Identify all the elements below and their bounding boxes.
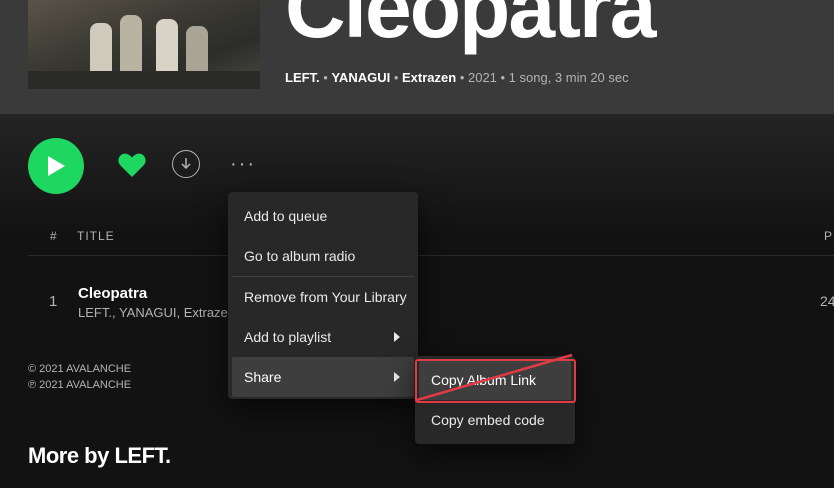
menu-item-label: Share — [244, 369, 282, 385]
menu-item-remove-library[interactable]: Remove from Your Library — [232, 277, 414, 317]
track-title[interactable]: Cleopatra — [78, 285, 147, 302]
menu-item-label: Add to playlist — [244, 329, 332, 345]
download-button[interactable] — [172, 150, 200, 178]
album-details: • 2021 • 1 song, 3 min 20 sec — [456, 70, 629, 85]
meta-separator: • — [319, 70, 332, 85]
column-header-partial[interactable]: P — [824, 229, 833, 243]
play-icon — [48, 156, 65, 176]
album-title: Cleopatra — [285, 0, 656, 55]
album-header: Cleopatra LEFT. • YANAGUI • Extrazen • 2… — [0, 0, 834, 114]
more-by-heading[interactable]: More by LEFT. — [28, 443, 171, 469]
artist-link[interactable]: YANAGUI — [331, 70, 390, 85]
menu-item-share[interactable]: Share — [232, 357, 414, 397]
copyright-line: © 2021 AVALANCHE — [28, 363, 132, 375]
artist-link[interactable]: Extrazen — [402, 70, 456, 85]
more-options-button[interactable]: ··· — [230, 154, 256, 174]
artist-link[interactable]: LEFT. — [285, 70, 320, 85]
share-submenu: Copy Album Link Copy embed code — [415, 356, 575, 444]
play-button[interactable] — [28, 138, 84, 194]
track-number: 1 — [49, 293, 58, 310]
chevron-right-icon — [394, 372, 400, 382]
heart-icon — [118, 153, 146, 177]
like-button[interactable] — [117, 151, 147, 184]
meta-separator: • — [390, 70, 402, 85]
cover-ground — [28, 71, 260, 89]
column-header-number: # — [50, 229, 58, 243]
context-menu: Add to queue Go to album radio Remove fr… — [228, 192, 418, 399]
menu-item-copy-album-link[interactable]: Copy Album Link — [419, 360, 571, 400]
menu-item-copy-embed-code[interactable]: Copy embed code — [419, 400, 571, 440]
menu-item-add-to-playlist[interactable]: Add to playlist — [232, 317, 414, 357]
header-divider — [28, 255, 834, 256]
album-cover — [28, 0, 260, 89]
menu-item-add-to-queue[interactable]: Add to queue — [232, 196, 414, 236]
track-artists[interactable]: LEFT., YANAGUI, Extrazen — [78, 305, 235, 320]
chevron-right-icon — [394, 332, 400, 342]
album-meta: LEFT. • YANAGUI • Extrazen • 2021 • 1 so… — [285, 70, 629, 85]
download-icon — [181, 158, 191, 170]
column-header-title[interactable]: TITLE — [77, 229, 115, 243]
track-duration: 24 — [820, 293, 834, 309]
phonogram-line: ℗ 2021 AVALANCHE — [28, 379, 132, 391]
menu-item-album-radio[interactable]: Go to album radio — [232, 236, 414, 276]
